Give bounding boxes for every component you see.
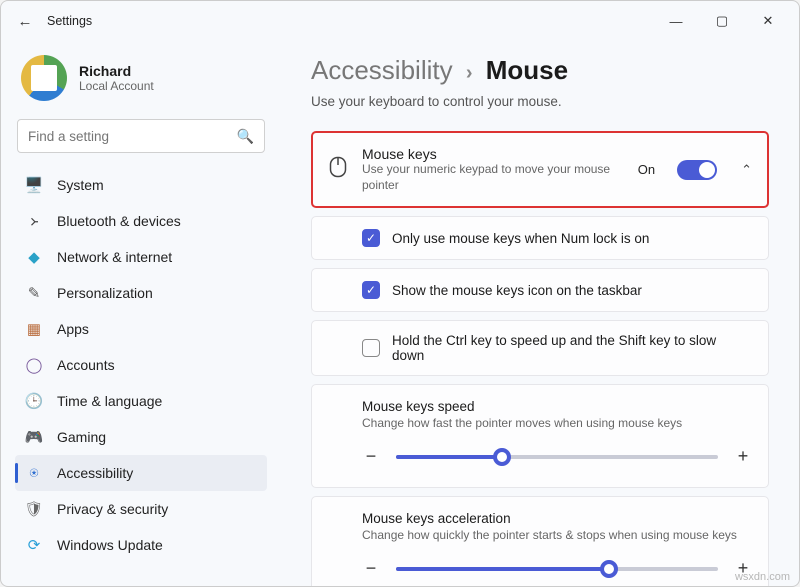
nav-icon: ⍟ (25, 464, 43, 482)
checkbox[interactable]: ✓ (362, 281, 380, 299)
breadcrumb: Accessibility › Mouse (311, 55, 769, 86)
sidebar-item-apps[interactable]: ▦ Apps (15, 311, 267, 347)
nav-label: System (57, 177, 104, 193)
mouse-keys-toggle[interactable] (677, 160, 717, 180)
breadcrumb-current: Mouse (486, 55, 568, 85)
sidebar-item-personalization[interactable]: ✎ Personalization (15, 275, 267, 311)
mouse-keys-card: Mouse keys Use your numeric keypad to mo… (311, 131, 769, 208)
sidebar-item-gaming[interactable]: 🎮 Gaming (15, 419, 267, 455)
nav-label: Apps (57, 321, 89, 337)
sidebar: Richard Local Account 🔍 🖥️ System ᚛ Bluetoo… (1, 41, 281, 586)
accel-card: Mouse keys acceleration Change how quick… (311, 496, 769, 586)
accel-decrease-button[interactable]: − (362, 558, 380, 579)
watermark: wsxdn.com (735, 571, 790, 583)
profile-sub: Local Account (79, 79, 154, 93)
accel-sub: Change how quickly the pointer starts & … (362, 528, 752, 542)
mouse-keys-title: Mouse keys (362, 146, 624, 162)
option-label: Only use mouse keys when Num lock is on (392, 231, 649, 246)
mouse-icon (328, 156, 348, 183)
nav-icon: ✎ (25, 284, 43, 302)
sidebar-item-time-language[interactable]: 🕒 Time & language (15, 383, 267, 419)
nav-icon: ◆ (25, 248, 43, 266)
accel-title: Mouse keys acceleration (362, 511, 752, 526)
nav-icon: ⟳ (25, 536, 43, 554)
speed-slider[interactable] (396, 455, 718, 459)
mouse-keys-row: Mouse keys Use your numeric keypad to mo… (328, 146, 752, 193)
sidebar-item-system[interactable]: 🖥️ System (15, 167, 267, 203)
nav-label: Privacy & security (57, 501, 168, 517)
mouse-keys-options: ✓ Only use mouse keys when Num lock is on… (311, 216, 769, 376)
nav-icon: 🎮 (25, 428, 43, 446)
option-row: ✓ Only use mouse keys when Num lock is on (311, 216, 769, 260)
search-box[interactable]: 🔍 (17, 119, 265, 153)
nav-icon: ᚛ (25, 212, 43, 230)
maximize-button[interactable]: ▢ (699, 5, 745, 37)
mouse-keys-sub: Use your numeric keypad to move your mou… (362, 162, 624, 193)
speed-title: Mouse keys speed (362, 399, 752, 414)
nav-icon: 🛡 (25, 500, 43, 518)
window-title: Settings (47, 14, 92, 28)
option-label: Show the mouse keys icon on the taskbar (392, 283, 642, 298)
breadcrumb-parent[interactable]: Accessibility (311, 55, 453, 85)
back-button[interactable]: ← (9, 13, 41, 30)
chevron-right-icon: › (460, 62, 479, 84)
settings-window: ← Settings — ▢ ✕ Richard Local Account 🔍… (0, 0, 800, 587)
option-row: ✓ Show the mouse keys icon on the taskbar (311, 268, 769, 312)
nav-icon: 🖥️ (25, 176, 43, 194)
option-row: Hold the Ctrl key to speed up and the Sh… (311, 320, 769, 376)
sidebar-item-privacy-security[interactable]: 🛡 Privacy & security (15, 491, 267, 527)
checkbox[interactable]: ✓ (362, 229, 380, 247)
profile-name: Richard (79, 63, 154, 79)
content-area: Richard Local Account 🔍 🖥️ System ᚛ Bluetoo… (1, 41, 799, 586)
nav-label: Bluetooth & devices (57, 213, 181, 229)
avatar (21, 55, 67, 101)
close-button[interactable]: ✕ (745, 5, 791, 37)
speed-increase-button[interactable]: + (734, 446, 752, 467)
minimize-button[interactable]: — (653, 5, 699, 37)
page-subtitle: Use your keyboard to control your mouse. (311, 94, 769, 109)
accel-slider[interactable] (396, 567, 718, 571)
nav-icon: ▦ (25, 320, 43, 338)
checkbox[interactable] (362, 339, 380, 357)
sidebar-item-accessibility[interactable]: ⍟ Accessibility (15, 455, 267, 491)
chevron-up-icon[interactable]: ⌃ (741, 162, 752, 178)
sidebar-item-bluetooth-devices[interactable]: ᚛ Bluetooth & devices (15, 203, 267, 239)
toggle-state-label: On (638, 162, 655, 177)
nav-label: Time & language (57, 393, 162, 409)
nav-icon: ◯ (25, 356, 43, 374)
nav-label: Gaming (57, 429, 106, 445)
titlebar: ← Settings — ▢ ✕ (1, 1, 799, 41)
nav-label: Accounts (57, 357, 115, 373)
nav-list: 🖥️ System ᚛ Bluetooth & devices ◆ Network & i… (15, 167, 267, 563)
search-icon: 🔍 (237, 128, 254, 145)
main-panel: Accessibility › Mouse Use your keyboard … (281, 41, 799, 586)
sidebar-item-windows-update[interactable]: ⟳ Windows Update (15, 527, 267, 563)
nav-label: Network & internet (57, 249, 172, 265)
option-label: Hold the Ctrl key to speed up and the Sh… (392, 333, 752, 363)
speed-card: Mouse keys speed Change how fast the poi… (311, 384, 769, 488)
nav-label: Windows Update (57, 537, 163, 553)
sidebar-item-network-internet[interactable]: ◆ Network & internet (15, 239, 267, 275)
profile-block[interactable]: Richard Local Account (15, 49, 267, 119)
nav-icon: 🕒 (25, 392, 43, 410)
sidebar-item-accounts[interactable]: ◯ Accounts (15, 347, 267, 383)
search-input[interactable] (28, 129, 237, 144)
nav-label: Personalization (57, 285, 153, 301)
speed-decrease-button[interactable]: − (362, 446, 380, 467)
nav-label: Accessibility (57, 465, 133, 481)
window-controls: — ▢ ✕ (653, 5, 791, 37)
speed-sub: Change how fast the pointer moves when u… (362, 416, 752, 430)
